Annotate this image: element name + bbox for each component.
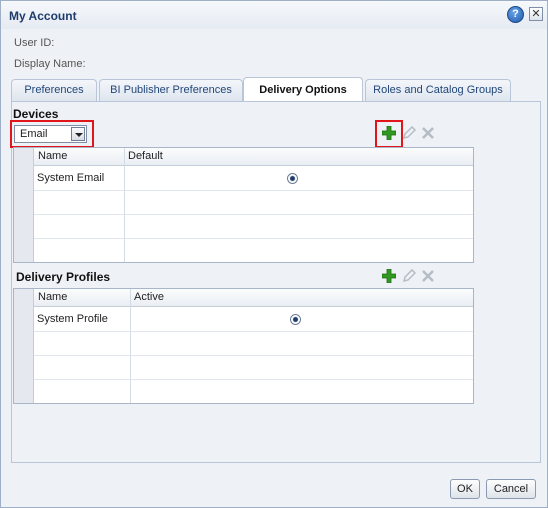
help-icon[interactable]: ? [507, 6, 524, 23]
table-row[interactable]: System Email [34, 167, 473, 191]
tab-bi-publisher-preferences[interactable]: BI Publisher Preferences [99, 79, 243, 101]
delivery-profiles-title: Delivery Profiles [16, 270, 111, 284]
delete-icon[interactable] [421, 126, 435, 140]
devices-table: Name Default System Email [13, 147, 474, 263]
tab-bar: Preferences BI Publisher Preferences Del… [11, 77, 541, 101]
delete-icon[interactable] [421, 269, 435, 283]
my-account-dialog: My Account ? ✕ User ID: Display Name: Pr… [0, 0, 548, 508]
profile-name-cell: System Profile [37, 313, 108, 325]
device-name-cell: System Email [37, 172, 105, 184]
ok-button[interactable]: OK [450, 479, 480, 499]
row-selector-column [14, 148, 34, 262]
dialog-title: My Account [9, 9, 77, 23]
close-icon[interactable]: ✕ [529, 7, 543, 21]
tab-roles-and-catalog-groups[interactable]: Roles and Catalog Groups [365, 79, 511, 101]
table-row [34, 215, 473, 239]
edit-icon[interactable] [402, 269, 416, 283]
delivery-profiles-table: Name Active System Profile [13, 288, 474, 404]
table-row[interactable]: System Profile [34, 308, 473, 332]
add-icon[interactable] [382, 269, 396, 283]
active-radio[interactable] [290, 314, 301, 325]
device-select-highlight [10, 120, 94, 148]
default-radio[interactable] [287, 173, 298, 184]
dialog-titlebar: My Account ? ✕ [1, 1, 547, 29]
add-device-highlight [375, 120, 403, 148]
user-id-label: User ID: [14, 37, 55, 49]
column-header-name[interactable]: Name [38, 291, 67, 303]
column-header-name[interactable]: Name [38, 150, 67, 162]
tab-preferences[interactable]: Preferences [11, 79, 97, 101]
display-name-label: Display Name: [14, 58, 86, 70]
table-row [34, 332, 473, 356]
column-header-active[interactable]: Active [134, 291, 164, 303]
devices-table-header: Name Default [34, 148, 473, 166]
table-row [34, 239, 473, 263]
row-selector-column [14, 289, 34, 403]
profiles-table-header: Name Active [34, 289, 473, 307]
tab-delivery-options[interactable]: Delivery Options [243, 77, 363, 101]
edit-icon[interactable] [402, 126, 416, 140]
cancel-button[interactable]: Cancel [486, 479, 536, 499]
table-row [34, 356, 473, 380]
column-header-default[interactable]: Default [128, 150, 163, 162]
table-row [34, 380, 473, 404]
devices-title: Devices [13, 107, 59, 121]
table-row [34, 191, 473, 215]
